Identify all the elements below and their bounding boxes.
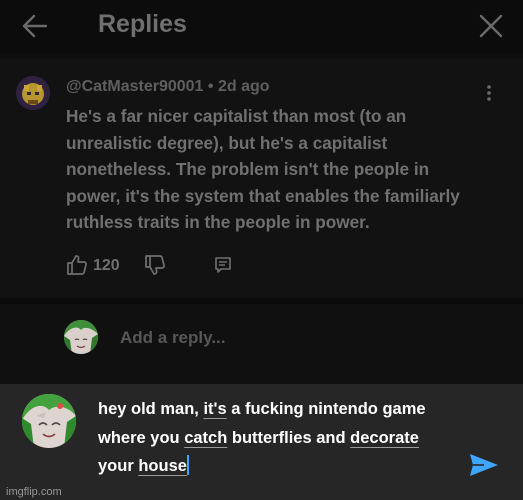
like-count: 120 [93, 257, 120, 274]
comment-age: 2d ago [217, 78, 270, 95]
top-bar: Replies [0, 0, 523, 54]
author-name[interactable]: @CatMaster90001 [66, 78, 203, 95]
add-reply-input[interactable]: Add a reply... [120, 328, 226, 348]
arrow-left-icon[interactable] [20, 12, 48, 40]
text-segment: your [98, 457, 139, 475]
parent-comment: @CatMaster90001 • 2d ago He's a far nice… [0, 58, 523, 298]
text-segment: hey old man, [98, 400, 204, 418]
user-avatar [64, 320, 98, 354]
thumbs-down-icon[interactable] [144, 254, 166, 276]
composer-avatar [22, 394, 76, 448]
page-title: Replies [98, 10, 187, 38]
underlined-word: decorate [350, 428, 419, 447]
meta-separator: • [207, 78, 214, 95]
author-avatar[interactable] [16, 76, 50, 110]
close-icon[interactable] [478, 13, 504, 39]
comment-meta: @CatMaster90001 • 2d ago [66, 78, 270, 96]
thumbs-up-icon[interactable] [66, 254, 88, 276]
reply-icon[interactable] [214, 256, 232, 274]
send-icon[interactable] [468, 452, 500, 478]
more-vert-icon[interactable] [485, 84, 493, 102]
underlined-word: it's [203, 400, 227, 418]
comment-text: He's a far nicer capitalist than most (t… [66, 106, 460, 232]
reply-composer: hey old man, it's a fucking nintendo gam… [0, 384, 523, 500]
add-reply-row[interactable]: Add a reply... [0, 304, 523, 384]
underlined-word: house [138, 457, 187, 475]
reply-text-input[interactable]: hey old man, it's a fucking nintendo gam… [98, 395, 448, 481]
watermark: imgflip.com [6, 486, 62, 498]
text-segment: butterflies and [227, 428, 351, 447]
text-caret [186, 455, 189, 475]
underlined-word: catch [184, 428, 228, 447]
